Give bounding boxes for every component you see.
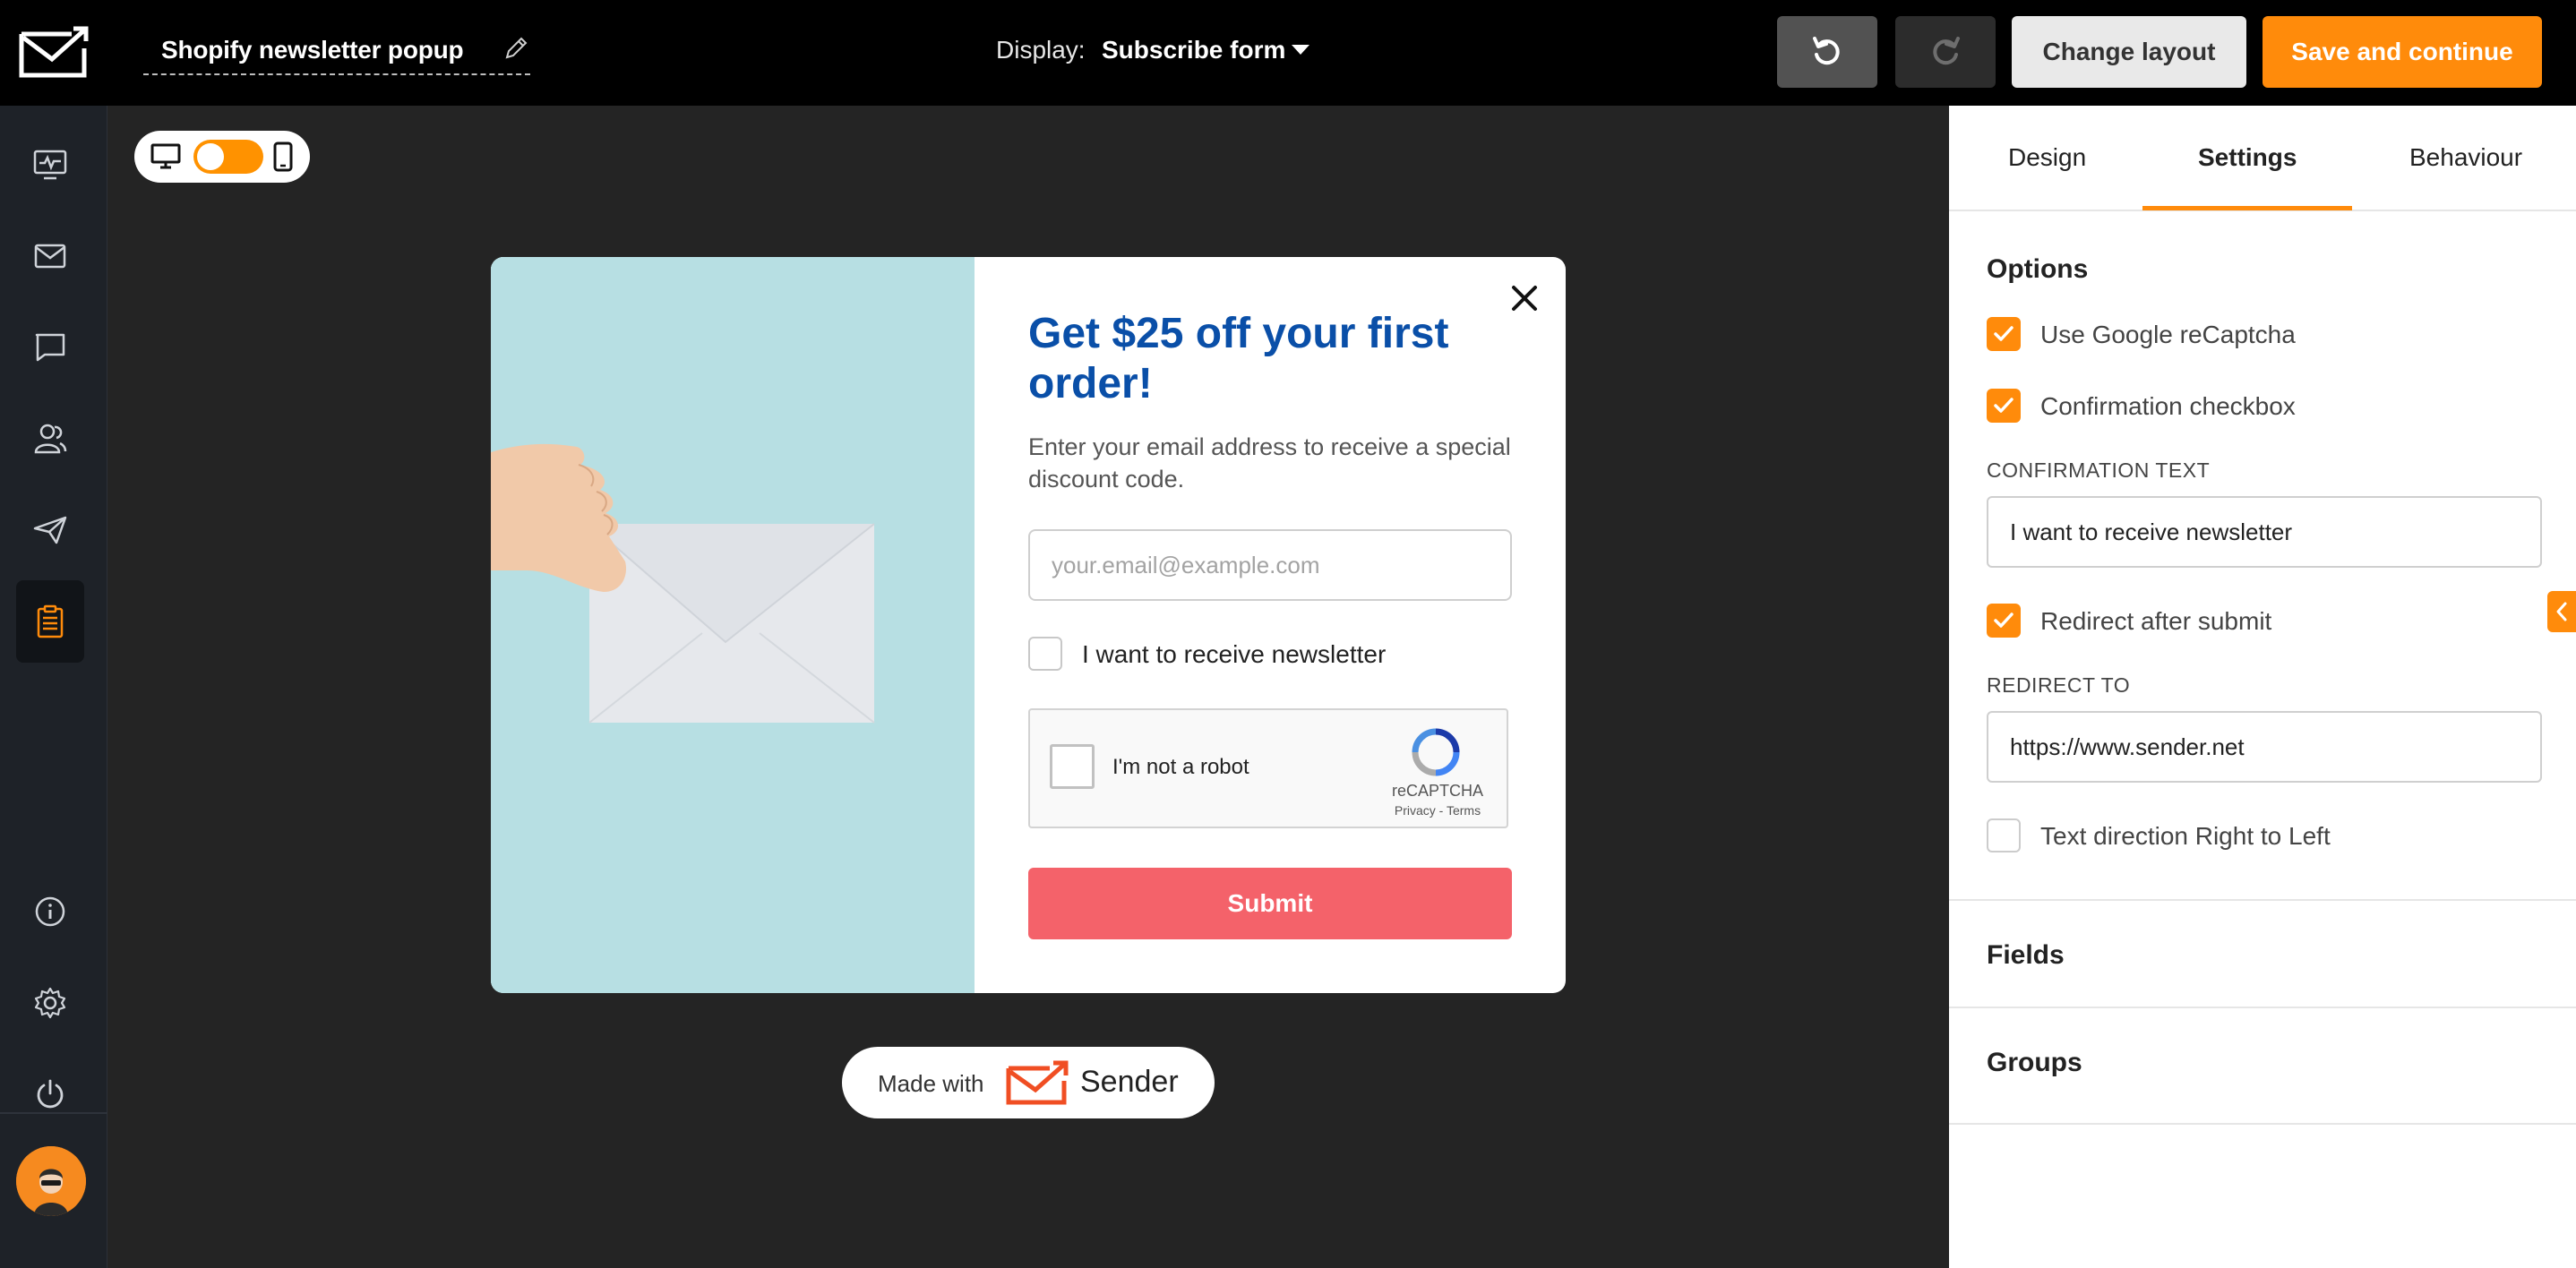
tab-behaviour[interactable]: Behaviour bbox=[2409, 143, 2522, 172]
recaptcha-label: I'm not a robot bbox=[1112, 755, 1249, 779]
users-icon bbox=[34, 424, 67, 454]
switch-knob bbox=[197, 143, 224, 170]
clipboard-list-icon bbox=[37, 604, 64, 638]
redirect-to-label: REDIRECT TO bbox=[1987, 673, 2131, 697]
mobile-icon[interactable] bbox=[272, 141, 294, 172]
options-section-title: Options bbox=[1987, 254, 2089, 284]
sidebar-item-logout[interactable] bbox=[16, 1057, 84, 1132]
made-with-brand: Sender bbox=[1080, 1065, 1179, 1099]
redo-icon bbox=[1933, 37, 1960, 65]
sidebar bbox=[0, 106, 107, 1268]
recaptcha-brand: reCAPTCHA bbox=[1391, 782, 1483, 800]
sidebar-item-info[interactable] bbox=[16, 874, 84, 949]
check-icon bbox=[1994, 613, 2014, 628]
submit-button[interactable]: Submit bbox=[1028, 868, 1512, 939]
redirect-after-submit-checkbox[interactable] bbox=[1987, 604, 2021, 638]
save-and-continue-button[interactable]: Save and continue bbox=[2263, 16, 2542, 88]
collapse-panel-button[interactable] bbox=[2547, 591, 2576, 632]
section-divider bbox=[1949, 899, 2576, 901]
confirmation-text-label: CONFIRMATION TEXT bbox=[1987, 458, 2211, 482]
newsletter-checkbox[interactable] bbox=[1028, 637, 1062, 671]
check-icon bbox=[1994, 398, 2014, 413]
chevron-down-icon[interactable] bbox=[1292, 45, 1309, 55]
undo-icon bbox=[1813, 37, 1840, 65]
tab-settings[interactable]: Settings bbox=[2198, 143, 2297, 172]
confirmation-checkbox[interactable] bbox=[1987, 389, 2021, 423]
popup-preview: Get $25 off your first order! Enter your… bbox=[491, 257, 1566, 993]
redirect-after-submit-label[interactable]: Redirect after submit bbox=[2040, 607, 2271, 636]
email-field[interactable] bbox=[1028, 529, 1512, 601]
panel-tabs: Design Settings Behaviour bbox=[1949, 106, 2576, 211]
fields-section-header[interactable]: Fields bbox=[1987, 940, 2065, 971]
recaptcha-checkbox[interactable] bbox=[1050, 744, 1095, 789]
form-title[interactable]: Shopify newsletter popup bbox=[161, 36, 464, 64]
pencil-icon[interactable] bbox=[502, 34, 530, 63]
envelope-hand-image bbox=[491, 257, 975, 993]
top-bar: Shopify newsletter popup Display: Subscr… bbox=[0, 0, 2576, 106]
redo-button[interactable] bbox=[1895, 16, 1996, 88]
active-tab-indicator bbox=[2142, 206, 2352, 210]
made-with-sender-badge[interactable]: Made with Sender bbox=[842, 1047, 1215, 1118]
use-recaptcha-checkbox[interactable] bbox=[1987, 317, 2021, 351]
popup-title: Get $25 off your first order! bbox=[1028, 310, 1449, 407]
newsletter-checkbox-label[interactable]: I want to receive newsletter bbox=[1082, 640, 1386, 669]
form-title-field[interactable]: Shopify newsletter popup bbox=[143, 30, 530, 75]
settings-panel: Design Settings Behaviour Options Use Go… bbox=[1949, 106, 2576, 1268]
rtl-label[interactable]: Text direction Right to Left bbox=[2040, 822, 2331, 851]
section-divider bbox=[1949, 1007, 2576, 1008]
groups-section-header[interactable]: Groups bbox=[1987, 1048, 2082, 1078]
sidebar-item-sms[interactable] bbox=[16, 310, 84, 385]
check-icon bbox=[1994, 326, 2014, 341]
made-with-text: Made with bbox=[878, 1070, 984, 1097]
sidebar-item-subscribers[interactable] bbox=[16, 401, 84, 476]
power-icon bbox=[37, 1079, 64, 1109]
recaptcha-widget: I'm not a robot reCAPTCHA Privacy - Term… bbox=[1028, 708, 1508, 828]
change-layout-button[interactable]: Change layout bbox=[2012, 16, 2246, 88]
display-label: Display: bbox=[996, 36, 1086, 64]
rtl-checkbox[interactable] bbox=[1987, 818, 2021, 852]
undo-button[interactable] bbox=[1777, 16, 1877, 88]
confirmation-text-input[interactable] bbox=[1987, 496, 2542, 568]
popup-subtitle: Enter your email address to receive a sp… bbox=[1028, 433, 1511, 493]
recaptcha-privacy-terms-link[interactable]: Privacy - Terms bbox=[1388, 803, 1487, 818]
sender-logo-icon bbox=[1006, 1060, 1069, 1105]
device-preview-toggle[interactable] bbox=[134, 131, 310, 183]
display-select[interactable]: Subscribe form bbox=[1102, 36, 1285, 64]
use-recaptcha-label[interactable]: Use Google reCaptcha bbox=[2040, 321, 2296, 349]
sidebar-item-automation[interactable] bbox=[16, 493, 84, 568]
envelope-icon bbox=[34, 244, 66, 269]
confirmation-checkbox-label[interactable]: Confirmation checkbox bbox=[2040, 392, 2296, 421]
chat-bubble-icon bbox=[35, 333, 65, 362]
sidebar-divider bbox=[0, 1112, 107, 1114]
avatar[interactable] bbox=[16, 1146, 86, 1216]
user-avatar-icon bbox=[16, 1146, 86, 1216]
sidebar-item-settings[interactable] bbox=[16, 965, 84, 1041]
tab-design[interactable]: Design bbox=[2008, 143, 2086, 172]
recaptcha-logo-icon bbox=[1412, 728, 1460, 776]
gear-icon bbox=[34, 987, 66, 1019]
info-icon bbox=[35, 896, 65, 927]
sender-logo-icon[interactable] bbox=[0, 0, 107, 106]
chevron-left-icon bbox=[2556, 602, 2567, 621]
sidebar-item-campaigns[interactable] bbox=[16, 218, 84, 294]
monitor-pulse-icon bbox=[33, 150, 67, 180]
paper-plane-icon bbox=[33, 516, 67, 544]
sidebar-item-forms[interactable] bbox=[16, 580, 84, 663]
desktop-icon[interactable] bbox=[150, 143, 181, 170]
redirect-to-input[interactable] bbox=[1987, 711, 2542, 783]
section-divider bbox=[1949, 1123, 2576, 1125]
device-switch[interactable] bbox=[193, 140, 263, 174]
sidebar-item-dashboard[interactable] bbox=[16, 127, 84, 202]
